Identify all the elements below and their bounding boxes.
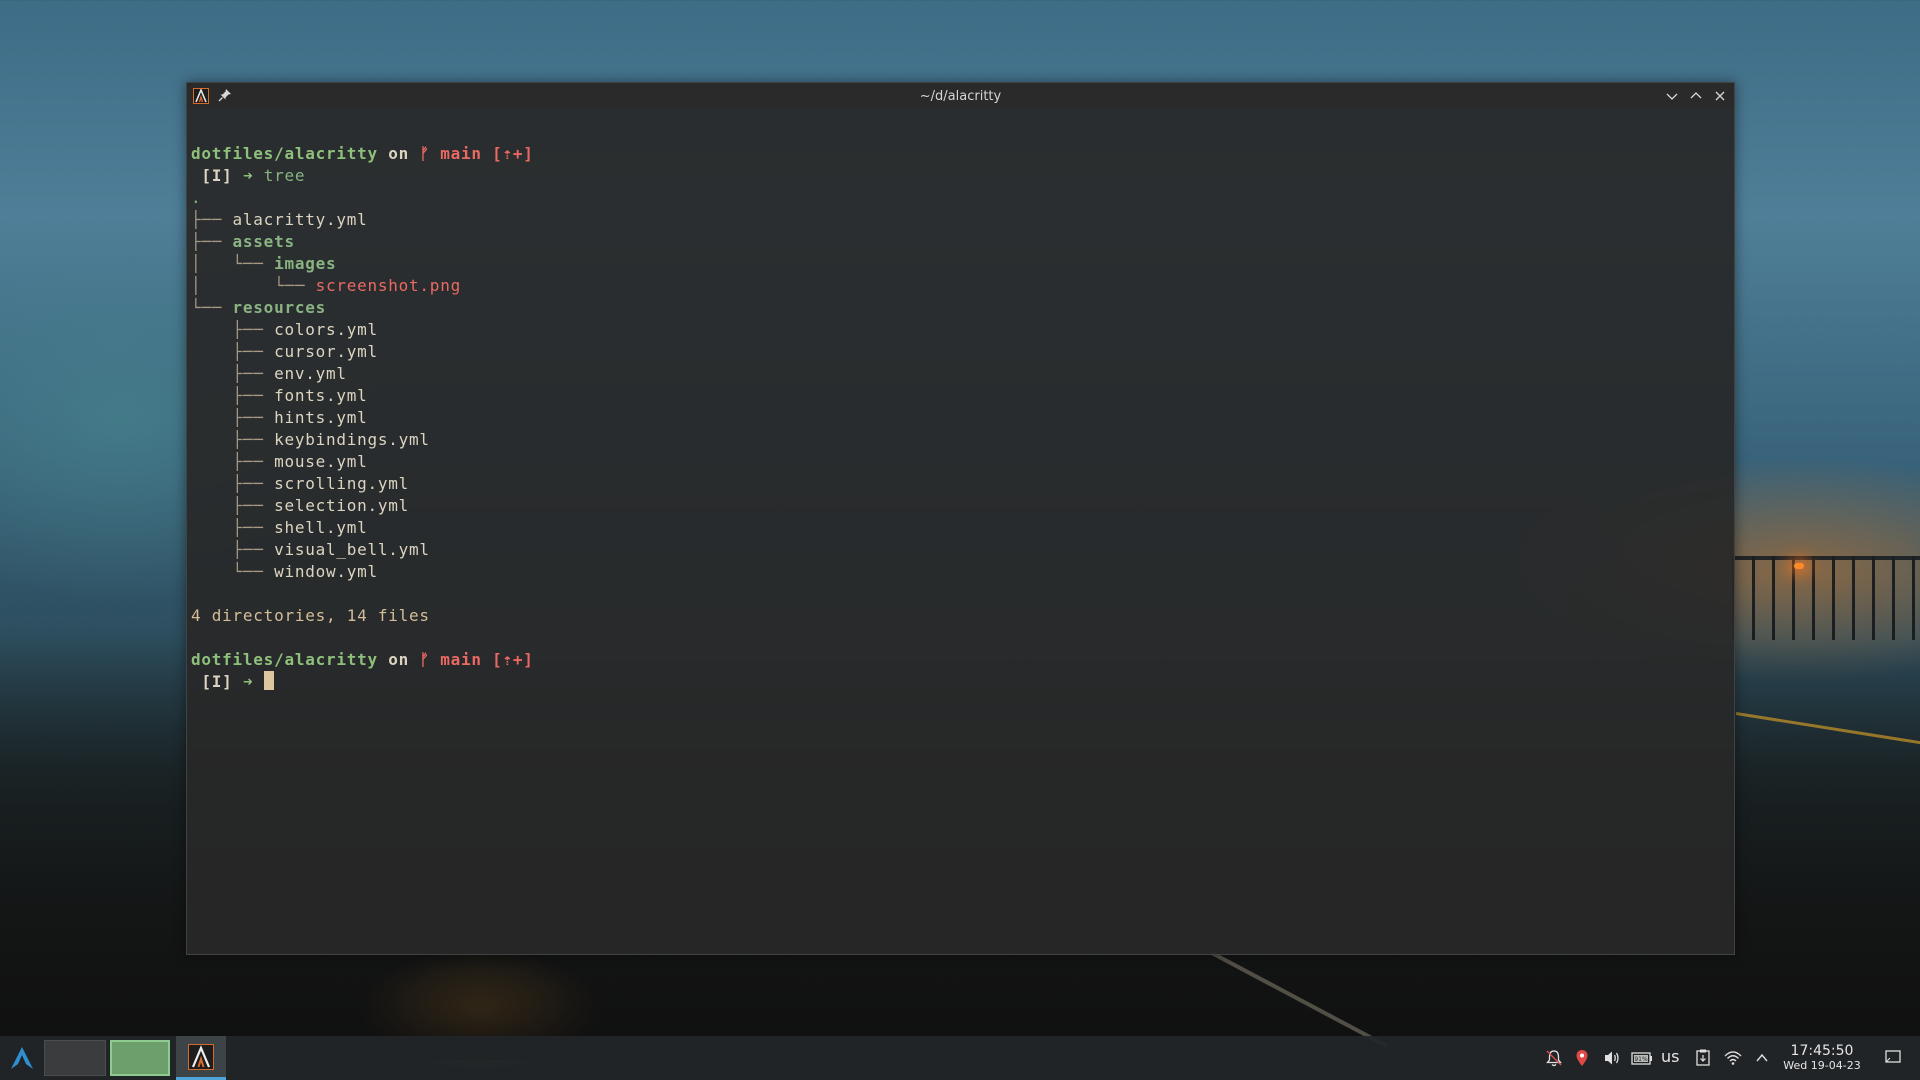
- tree-entry: └── resources: [191, 298, 326, 317]
- battery-percent: 91%: [1634, 1056, 1648, 1063]
- branch-name: main: [440, 144, 482, 163]
- tree-dir: resources: [232, 298, 326, 317]
- tree-file: shell.yml: [274, 518, 368, 537]
- tree-entry: │ └── screenshot.png: [191, 276, 461, 295]
- tree-entry: └── window.yml: [191, 562, 378, 581]
- tree-file-image: screenshot.png: [315, 276, 461, 295]
- prompt-arrow: ➜: [242, 166, 254, 185]
- tree-entry: ├── alacritty.yml: [191, 210, 368, 229]
- tree-dir: images: [274, 254, 337, 273]
- tree-entry: ├── shell.yml: [191, 518, 368, 537]
- window-title: ~/d/alacritty: [919, 89, 1002, 104]
- tree-entry: ├── scrolling.yml: [191, 474, 410, 493]
- virtual-desktop-1[interactable]: [44, 1040, 106, 1076]
- prompt-mode: [I]: [201, 672, 233, 691]
- tree-file: mouse.yml: [274, 452, 368, 471]
- prompt-path: dotfiles/alacritty: [191, 650, 378, 669]
- clock-date: Wed 19-04-23: [1783, 1059, 1861, 1072]
- prompt-on: on: [388, 144, 410, 163]
- prompt-on: on: [388, 650, 410, 669]
- notifications-icon[interactable]: [1544, 1048, 1564, 1068]
- battery-icon[interactable]: 91%: [1631, 1048, 1653, 1068]
- branch-icon: ᚠ: [419, 650, 430, 669]
- branch-status: [⇡+]: [492, 650, 534, 669]
- branch-status: [⇡+]: [492, 144, 534, 163]
- tree-entry: ├── hints.yml: [191, 408, 368, 427]
- command-line[interactable]: [I] ➜: [191, 671, 274, 693]
- tree-root: .: [191, 188, 202, 207]
- text-cursor: [263, 671, 274, 690]
- command-line: [I] ➜ tree: [191, 165, 305, 187]
- tree-entry: ├── assets: [191, 232, 295, 251]
- prompt-path: dotfiles/alacritty: [191, 144, 378, 163]
- chevron-up-icon[interactable]: [1752, 1048, 1772, 1068]
- tree-entry: ├── mouse.yml: [191, 452, 368, 471]
- tree-file: selection.yml: [274, 496, 410, 515]
- tree-entry: ├── fonts.yml: [191, 386, 368, 405]
- terminal-window[interactable]: ~/d/alacritty dotfiles/alacritty on ᚠ ma…: [186, 82, 1735, 955]
- prompt-arrow: ➜: [242, 672, 254, 691]
- virtual-desktop-2[interactable]: [110, 1040, 170, 1076]
- wallpaper-bridge-railing: [1732, 556, 1920, 640]
- tree-dir: assets: [232, 232, 295, 251]
- clock-time: 17:45:50: [1790, 1043, 1854, 1059]
- tree-entry: ├── colors.yml: [191, 320, 378, 339]
- command-text: tree: [263, 166, 306, 185]
- tree-file: hints.yml: [274, 408, 368, 427]
- volume-icon[interactable]: [1602, 1048, 1622, 1068]
- tree-file: cursor.yml: [274, 342, 378, 361]
- tree-entry: │ └── images: [191, 254, 337, 273]
- prompt-mode: [I]: [201, 166, 233, 185]
- prompt-line: dotfiles/alacritty on ᚠ main [⇡+]: [191, 649, 534, 671]
- tree-summary: 4 directories, 14 files: [191, 606, 430, 625]
- taskbar-alacritty-button[interactable]: [176, 1036, 226, 1080]
- tree-file: scrolling.yml: [274, 474, 410, 493]
- branch-name: main: [440, 650, 482, 669]
- alacritty-icon: [188, 1044, 214, 1070]
- branch-icon: ᚠ: [419, 144, 430, 163]
- tree-file: visual_bell.yml: [274, 540, 430, 559]
- tree-entry: ├── env.yml: [191, 364, 347, 383]
- digital-clock[interactable]: 17:45:50 Wed 19-04-23: [1776, 1043, 1868, 1073]
- tree-file: keybindings.yml: [274, 430, 430, 449]
- location-icon[interactable]: [1572, 1048, 1592, 1068]
- tree-entry: ├── selection.yml: [191, 496, 410, 515]
- minimize-button[interactable]: [1664, 88, 1680, 104]
- close-button[interactable]: [1712, 88, 1728, 104]
- window-titlebar[interactable]: ~/d/alacritty: [187, 83, 1734, 109]
- wallpaper-light: [1794, 563, 1804, 569]
- show-desktop-icon[interactable]: [1884, 1048, 1902, 1066]
- maximize-button[interactable]: [1688, 88, 1704, 104]
- taskbar: 91% us 17:45:50 Wed 19-04-23: [0, 1036, 1920, 1080]
- tree-entry: ├── visual_bell.yml: [191, 540, 430, 559]
- keyboard-layout-indicator[interactable]: us: [1661, 1047, 1679, 1066]
- application-launcher-icon[interactable]: [8, 1044, 36, 1072]
- prompt-line: dotfiles/alacritty on ᚠ main [⇡+]: [191, 143, 534, 165]
- tree-file: alacritty.yml: [232, 210, 368, 229]
- tree-entry: ├── cursor.yml: [191, 342, 378, 361]
- tree-file: fonts.yml: [274, 386, 368, 405]
- terminal-output[interactable]: dotfiles/alacritty on ᚠ main [⇡+] [I] ➜ …: [191, 135, 1734, 954]
- tree-file: env.yml: [274, 364, 347, 383]
- clipboard-icon[interactable]: [1693, 1048, 1713, 1068]
- tree-entry: ├── keybindings.yml: [191, 430, 430, 449]
- tree-file: window.yml: [274, 562, 378, 581]
- tree-file: colors.yml: [274, 320, 378, 339]
- wifi-icon[interactable]: [1723, 1048, 1743, 1068]
